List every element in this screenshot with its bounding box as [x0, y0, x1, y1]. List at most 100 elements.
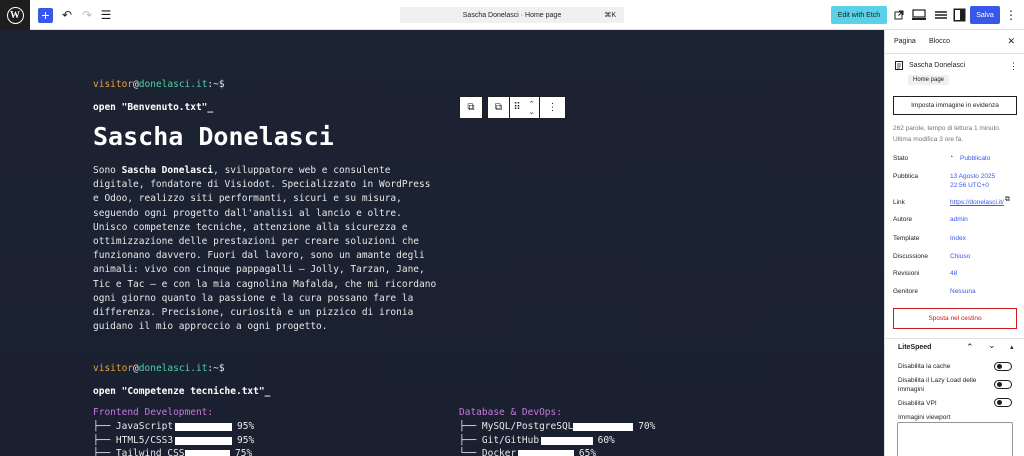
page-name: Sascha Donelasci — [909, 62, 966, 69]
bio-pre: Sono — [93, 165, 122, 176]
add-block-button[interactable]: + — [38, 8, 53, 23]
meta-key: Revisioni — [893, 270, 920, 277]
save-button[interactable]: Salva — [970, 6, 1000, 24]
block-parent-toolbar: ⧉ — [459, 96, 483, 119]
terminal-prompt: visitor@donelasci.it:~$ — [93, 79, 225, 90]
ls-disable-cache-label: Disabilita la cache — [898, 363, 951, 370]
prompt-suffix: :~$ — [207, 79, 225, 90]
meta-value[interactable]: admin — [950, 216, 968, 223]
skill-row: ├── JavaScript 95% — [93, 421, 413, 433]
settings-sidebar: Pagina Blocco ✕ Sascha Donelasci ⋮ Home … — [884, 30, 1024, 456]
skill-label: ├── Git/GitHub — [459, 434, 540, 446]
command-shortcut: ⌘K — [604, 12, 616, 19]
meta-value[interactable]: Pubblicato — [960, 155, 990, 162]
skill-bar — [518, 450, 574, 456]
select-parent-icon[interactable]: ⧉ — [460, 97, 482, 118]
editor-canvas[interactable]: visitor@donelasci.it:~$ open "Benvenuto.… — [0, 30, 884, 456]
copy-link-icon[interactable]: ⧉ — [1005, 196, 1010, 204]
terminal-prompt-2: visitor@donelasci.it:~$ — [93, 363, 225, 374]
document-bar[interactable]: Sascha Donelasci · Home page ⌘K — [400, 7, 624, 23]
meta-key: Autore — [893, 216, 913, 223]
meta-key: Pubblica — [893, 173, 918, 180]
open-command-skills[interactable]: open "Competenze tecniche.txt"_ — [93, 386, 270, 397]
block-toolbar: ⧉ ⠿ ⌃ ⌄ ⋮ — [487, 96, 566, 119]
ls-viewport-images-label: Immagini viewport — [898, 414, 951, 421]
skill-row: ├── MySQL/PostgreSQL 70% — [459, 421, 779, 433]
litespeed-icon[interactable] — [934, 9, 948, 21]
meta-value[interactable]: Nessuna — [950, 288, 976, 295]
page-options-icon[interactable]: ⋮ — [1009, 61, 1018, 72]
open-command-welcome[interactable]: open "Benvenuto.txt"_ — [93, 102, 213, 113]
view-external-icon[interactable] — [894, 10, 904, 20]
skill-row: └── Docker 65% — [459, 448, 779, 456]
publish-time[interactable]: 22:56 UTC+0 — [950, 182, 989, 189]
bio-post: , sviluppatore web e consulente digitale… — [93, 165, 437, 333]
meta-value[interactable]: 48 — [950, 270, 957, 277]
skill-bar — [573, 423, 634, 431]
tab-block[interactable]: Blocco — [929, 38, 950, 45]
skill-percent: 60% — [597, 434, 615, 446]
skill-label: ├── MySQL/PostgreSQL — [459, 421, 574, 432]
preview-device-icon[interactable] — [912, 9, 926, 21]
litespeed-panel-title[interactable]: LiteSpeed — [898, 344, 931, 351]
document-overview-icon[interactable]: ☰ — [99, 7, 113, 23]
meta-value[interactable]: https://donelasci.it/ — [950, 199, 1004, 206]
skill-label: ├── Tailwind CSS — [93, 448, 185, 456]
edit-with-etch-button[interactable]: Edit with Etch — [831, 6, 887, 24]
prompt-user: visitor — [93, 79, 134, 90]
close-icon[interactable]: ✕ — [1007, 36, 1015, 47]
template-chip[interactable]: Home page — [908, 75, 950, 85]
ls-lazy-load-toggle[interactable] — [994, 380, 1012, 389]
chevron-up-icon[interactable]: ⌃ — [966, 342, 974, 353]
skill-percent: 75% — [235, 448, 253, 456]
skill-row: ├── Git/GitHub 60% — [459, 435, 779, 447]
options-icon[interactable]: ⋮ — [1005, 7, 1017, 23]
meta-value[interactable]: 13 Agosto 2025 — [950, 173, 995, 180]
skill-label: ├── JavaScript — [93, 421, 174, 432]
undo-icon[interactable]: ↶ — [60, 7, 74, 23]
pin-icon[interactable]: ▴ — [1010, 343, 1014, 351]
meta-key: Stato — [893, 155, 909, 162]
editor-top-bar: W + ↶ ↷ ☰ Sascha Donelasci · Home page ⌘… — [0, 0, 1024, 30]
move-up-down-icon[interactable]: ⌃ ⌄ — [524, 97, 540, 118]
ls-disable-cache-toggle[interactable] — [994, 362, 1012, 371]
prompt-user: visitor — [93, 363, 134, 374]
skill-row: ├── Tailwind CSS 75% — [93, 448, 413, 456]
wordpress-icon: W — [6, 6, 24, 24]
meta-value[interactable]: Chiuso — [950, 253, 970, 260]
divider — [885, 53, 1024, 54]
block-type-icon[interactable]: ⧉ — [488, 97, 510, 118]
ls-lazy-load-label-1: Disabilita il Lazy Load delle — [898, 377, 977, 384]
word-count: 262 parole, tempo di lettura 1 minuto. — [893, 125, 1001, 132]
frontend-section-title: Frontend Development: — [93, 407, 214, 418]
chevron-down-icon[interactable]: ⌄ — [988, 340, 996, 351]
move-to-trash-button[interactable]: Sposta nel cestino — [893, 308, 1017, 329]
page-title[interactable]: Sascha Donelasci — [93, 122, 334, 151]
ls-viewport-images-textarea[interactable] — [897, 422, 1013, 456]
ls-disable-vpi-toggle[interactable] — [994, 398, 1012, 407]
set-featured-image-button[interactable]: Imposta immagine in evidenza — [893, 96, 1017, 115]
settings-sidebar-icon[interactable] — [953, 8, 966, 22]
bio-paragraph[interactable]: Sono Sascha Donelasci, sviluppatore web … — [93, 164, 438, 334]
skill-percent: 95% — [237, 421, 255, 432]
ls-disable-vpi-label: Disabilita VPI — [898, 400, 937, 407]
meta-value[interactable]: Index — [950, 235, 966, 242]
meta-key: Genitore — [893, 288, 918, 295]
prompt-host: donelasci.it — [138, 363, 208, 374]
skill-label: └── Docker — [459, 448, 517, 456]
document-title: Sascha Donelasci · Home page — [462, 11, 562, 19]
wordpress-logo-button[interactable]: W — [0, 0, 30, 30]
meta-key: Template — [893, 235, 920, 242]
ls-lazy-load-label-2: immagini — [898, 386, 925, 393]
database-section-title: Database & DevOps: — [459, 407, 562, 418]
block-options-icon[interactable]: ⋮ — [540, 97, 565, 118]
bio-bold: Sascha Donelasci — [121, 165, 214, 176]
skill-row: ├── HTML5/CSS3 95% — [93, 435, 413, 447]
drag-handle-icon[interactable]: ⠿ — [510, 97, 524, 118]
meta-key: Link — [893, 199, 905, 206]
redo-icon[interactable]: ↷ — [80, 7, 94, 23]
meta-key: Discussione — [893, 253, 929, 260]
tab-page[interactable]: Pagina — [892, 38, 918, 54]
skill-bar — [175, 436, 232, 445]
skill-percent: 70% — [638, 421, 656, 432]
